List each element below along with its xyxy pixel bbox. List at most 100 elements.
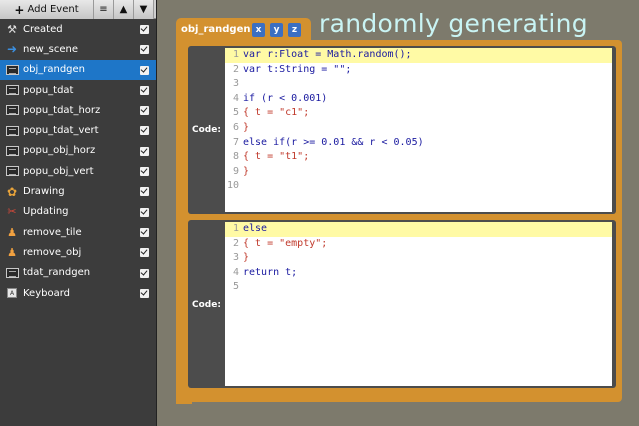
line-number: 10 <box>226 180 239 192</box>
box-icon <box>5 104 19 116</box>
event-item[interactable]: ⚒ Created <box>0 19 156 39</box>
code-line[interactable]: 5 <box>225 280 612 295</box>
code-text: { t = "c1"; <box>243 107 310 119</box>
param-y-badge[interactable]: y <box>270 23 283 37</box>
event-enabled-checkbox[interactable] <box>140 65 149 75</box>
block-name[interactable]: obj_randgen <box>181 24 250 35</box>
code-text: } <box>243 121 250 133</box>
code-label-1: Code: <box>192 125 221 135</box>
event-item[interactable]: ♟ remove_obj <box>0 242 156 262</box>
line-number: 9 <box>232 165 239 177</box>
code-line[interactable]: 1 var r:Float = Math.random(); <box>225 48 612 63</box>
event-label: obj_randgen <box>23 64 86 76</box>
code-line[interactable]: 2 { t = "empty"; <box>225 237 612 252</box>
event-label: popu_tdat <box>23 84 74 96</box>
palette-icon: ✿ <box>6 184 18 199</box>
event-enabled-checkbox[interactable] <box>140 85 149 95</box>
event-enabled-checkbox[interactable] <box>140 146 149 156</box>
line-number: 4 <box>232 266 239 278</box>
menu-button[interactable]: ≡ <box>94 0 114 19</box>
plus-icon: + <box>14 2 25 17</box>
event-item[interactable]: ✂ Updating <box>0 202 156 222</box>
person-icon: ♟ <box>7 245 17 259</box>
code-editor-2[interactable]: 1 else 2{ t = "empty"; 3} 4 return t; 5 <box>225 222 612 386</box>
param-z-badge[interactable]: z <box>288 23 301 37</box>
code-text: } <box>243 252 250 264</box>
event-list: ⚒ Created ➜ new_scene obj_randgen popu_tdatpo… <box>0 19 156 303</box>
event-item[interactable]: ♟ remove_tile <box>0 222 156 242</box>
add-event-label: Add Event <box>27 4 79 15</box>
code-line[interactable]: 4 if (r < 0.001) <box>225 92 612 107</box>
box-icon <box>5 165 19 177</box>
event-label: Created <box>23 23 63 35</box>
event-enabled-checkbox[interactable] <box>140 25 149 34</box>
code-line[interactable]: 1 else <box>225 222 612 237</box>
code-line[interactable]: 3} <box>225 251 612 266</box>
event-enabled-checkbox[interactable] <box>140 248 149 258</box>
event-enabled-checkbox[interactable] <box>140 288 149 298</box>
event-enabled-checkbox[interactable] <box>140 268 149 278</box>
code-line[interactable]: 6} <box>225 121 612 136</box>
line-number: 3 <box>232 252 239 264</box>
arrow-up-icon: ▲ <box>119 4 128 15</box>
arrow-down-icon: ▼ <box>139 4 148 15</box>
event-enabled-checkbox[interactable] <box>140 167 149 177</box>
code-text: else <box>243 223 268 234</box>
code-text: var t:String = ""; <box>243 63 352 75</box>
event-enabled-checkbox[interactable] <box>140 207 149 217</box>
box-icon <box>5 125 19 137</box>
line-number: 7 <box>232 136 239 148</box>
line-number: 3 <box>232 78 239 90</box>
event-enabled-checkbox[interactable] <box>140 187 149 197</box>
event-label: Keyboard <box>23 287 71 299</box>
event-item[interactable]: popu_tdat_horz <box>0 100 156 120</box>
hammer-icon: ✂ <box>7 205 17 219</box>
event-label: Updating <box>23 206 69 218</box>
add-event-button[interactable]: + Add Event <box>0 0 94 19</box>
event-item[interactable]: tdat_randgen <box>0 263 156 283</box>
menu-icon: ≡ <box>99 4 108 15</box>
event-label: tdat_randgen <box>23 267 91 279</box>
box-icon <box>5 145 19 157</box>
line-number: 2 <box>232 63 239 75</box>
event-item[interactable]: popu_tdat <box>0 80 156 100</box>
event-enabled-checkbox[interactable] <box>140 106 149 116</box>
event-label: new_scene <box>23 43 79 55</box>
event-item[interactable]: popu_obj_horz <box>0 141 156 161</box>
event-label: popu_tdat_horz <box>23 104 101 116</box>
event-enabled-checkbox[interactable] <box>140 227 149 237</box>
code-line[interactable]: 4 return t; <box>225 266 612 281</box>
event-item[interactable]: popu_tdat_vert <box>0 120 156 140</box>
code-line[interactable]: 8 { t = "t1"; <box>225 150 612 165</box>
line-number: 2 <box>232 237 239 249</box>
event-item[interactable]: ➜ new_scene <box>0 39 156 59</box>
event-enabled-checkbox[interactable] <box>140 126 149 136</box>
move-down-button[interactable]: ▼ <box>134 0 154 19</box>
code-line[interactable]: 3 <box>225 77 612 92</box>
box-icon <box>5 267 19 279</box>
event-item[interactable]: popu_obj_vert <box>0 161 156 181</box>
block-tail <box>176 396 192 404</box>
event-item[interactable]: ✿ Drawing <box>0 181 156 201</box>
code-text: } <box>243 165 250 177</box>
code-line[interactable]: 9} <box>225 165 612 180</box>
event-toolbar: + Add Event ≡ ▲ ▼ <box>0 0 156 19</box>
event-label: popu_tdat_vert <box>23 125 99 137</box>
wand-icon: ⚒ <box>7 22 17 36</box>
event-label: Drawing <box>23 186 65 198</box>
keyboard-icon: A <box>5 287 19 299</box>
move-up-button[interactable]: ▲ <box>114 0 134 19</box>
box-icon <box>5 64 19 76</box>
line-number: 5 <box>232 281 239 293</box>
code-line[interactable]: 2 var t:String = ""; <box>225 63 612 78</box>
event-enabled-checkbox[interactable] <box>140 45 149 55</box>
code-line[interactable]: 10 <box>225 179 612 194</box>
code-line[interactable]: 7 else if(r >= 0.01 && r < 0.05) <box>225 136 612 151</box>
code-editor-1[interactable]: 1 var r:Float = Math.random(); 2 var t:Stri… <box>225 48 612 212</box>
line-number: 5 <box>232 107 239 119</box>
event-label: remove_obj <box>23 246 82 258</box>
param-x-badge[interactable]: x <box>252 23 265 37</box>
event-item[interactable]: A Keyboard <box>0 283 156 303</box>
event-item[interactable]: obj_randgen <box>0 59 156 80</box>
code-line[interactable]: 5 { t = "c1"; <box>225 106 612 121</box>
